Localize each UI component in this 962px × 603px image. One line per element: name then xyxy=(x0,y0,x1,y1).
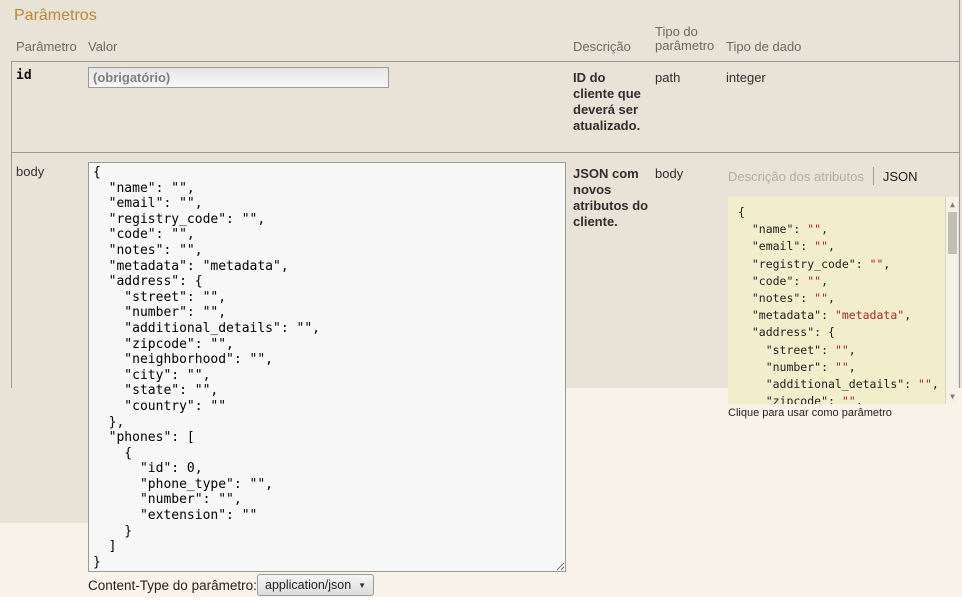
scrollbar-up-icon[interactable]: ▲ xyxy=(946,198,958,211)
parameters-panel: Parâmetros Parâmetro Valor Descrição Tip… xyxy=(0,0,962,603)
snippet-scrollbar[interactable]: ▲ ▼ xyxy=(945,197,958,404)
body-row-left-background xyxy=(0,152,88,523)
content-type-value: application/json xyxy=(265,578,352,592)
id-data-type: integer xyxy=(726,70,766,85)
id-description: ID do cliente que deverá ser atualizado. xyxy=(573,70,641,133)
table-header-divider xyxy=(11,61,959,62)
page-bottom-strip xyxy=(0,597,962,603)
chevron-down-icon: ▼ xyxy=(358,580,367,590)
section-title: Parâmetros xyxy=(14,7,97,24)
table-right-border xyxy=(959,0,960,388)
table-row-divider xyxy=(11,152,959,153)
param-name-id: id xyxy=(16,68,32,83)
snippet-hint: Clique para usar como parâmetro xyxy=(728,407,892,419)
body-value-textarea[interactable]: { "name": "", "email": "", "registry_cod… xyxy=(88,162,566,572)
tab-separator xyxy=(872,167,874,185)
column-header-parameter: Parâmetro xyxy=(16,39,77,54)
table-left-border xyxy=(11,62,12,388)
column-header-parameter-type: Tipo do parâmetro xyxy=(655,24,715,53)
model-json-snippet[interactable]: ▲ ▼ { "name": "", "email": "", "registry… xyxy=(728,197,958,404)
column-header-description: Descrição xyxy=(573,39,631,54)
content-type-label: Content-Type do parâmetro: xyxy=(88,578,257,593)
body-description: JSON com novos atributos do cliente. xyxy=(573,166,649,229)
param-name-body: body xyxy=(16,164,45,179)
body-parameter-type: body xyxy=(655,166,684,181)
tab-attribute-description[interactable]: Descrição dos atributos xyxy=(728,169,864,184)
column-header-value: Valor xyxy=(88,39,118,54)
scrollbar-down-icon[interactable]: ▼ xyxy=(946,390,958,403)
model-panel-tabs: Descrição dos atributos JSON xyxy=(728,166,918,186)
tab-json[interactable]: JSON xyxy=(883,169,918,184)
scrollbar-thumb[interactable] xyxy=(948,212,957,254)
id-parameter-type: path xyxy=(655,70,681,85)
content-type-select[interactable]: application/json ▼ xyxy=(257,574,375,596)
id-value-input[interactable] xyxy=(88,67,389,88)
column-header-data-type: Tipo de dado xyxy=(726,39,802,54)
